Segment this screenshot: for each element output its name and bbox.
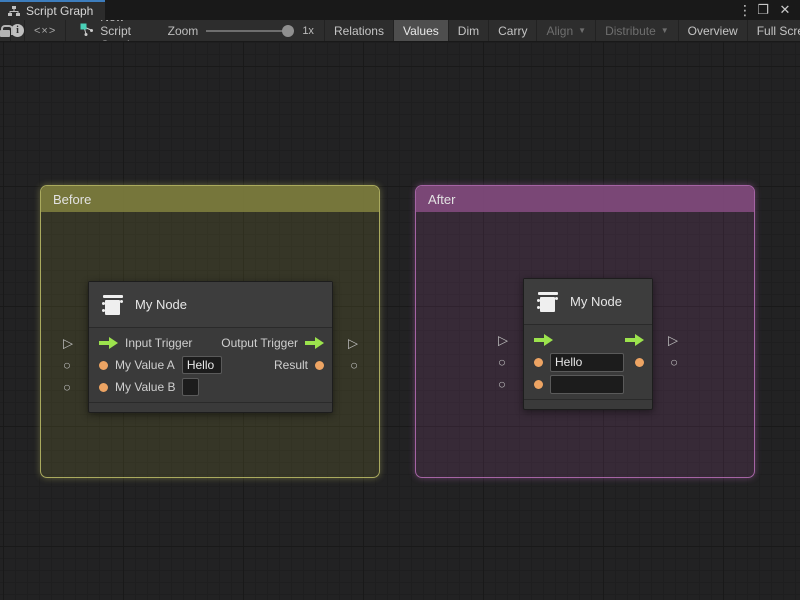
zoom-value: 1x: [302, 25, 314, 37]
input-trigger-outer-port[interactable]: ▷: [498, 334, 508, 347]
code-preview-button[interactable]: <×>: [25, 20, 66, 41]
hierarchy-icon: [8, 6, 20, 17]
input-trigger-label: Input Trigger: [125, 336, 192, 350]
result-port-icon[interactable]: [635, 358, 644, 367]
node-after-title: My Node: [570, 294, 622, 309]
graph-title-button[interactable]: New Script Graph: [66, 20, 143, 41]
value-a-outer-port[interactable]: ○: [498, 356, 506, 369]
value-b-input[interactable]: [550, 375, 624, 394]
graph-canvas[interactable]: Before After My Node ▷ Input Trigger Out…: [0, 42, 800, 600]
node-before[interactable]: My Node ▷ Input Trigger Output Trigger ▷…: [88, 281, 333, 413]
carry-label: Carry: [498, 24, 527, 38]
value-a-port-icon[interactable]: [534, 358, 543, 367]
graph-title: New Script Graph: [100, 20, 133, 42]
window-controls: ⋮ ❐ ✕: [738, 0, 800, 20]
tab-label: Script Graph: [26, 4, 93, 18]
port-row-trigger: ▷ Input Trigger Output Trigger ▷: [89, 332, 332, 354]
window-menu-icon[interactable]: ⋮: [738, 0, 750, 20]
lock-icon: [0, 25, 10, 37]
flow-output-port-icon[interactable]: [305, 337, 324, 349]
value-b-outer-port[interactable]: ○: [498, 378, 506, 391]
output-trigger-outer-port[interactable]: ▷: [668, 334, 678, 347]
flow-input-port-icon[interactable]: [99, 337, 118, 349]
port-row-value-a: ○ ○: [524, 351, 652, 373]
code-icon: <×>: [34, 25, 56, 37]
result-port-icon[interactable]: [315, 361, 324, 370]
unit-icon: [536, 290, 560, 314]
value-b-input[interactable]: [182, 378, 199, 396]
distribute-dropdown[interactable]: Distribute ▼: [595, 20, 678, 41]
node-before-header[interactable]: My Node: [89, 282, 332, 328]
overview-button[interactable]: Overview: [678, 20, 747, 41]
close-icon[interactable]: ✕: [776, 0, 794, 20]
port-row-value-b: ○ My Value B: [89, 376, 332, 398]
group-after-title: After: [428, 192, 455, 207]
value-a-label: My Value A: [115, 358, 175, 372]
zoom-label: Zoom: [168, 24, 199, 38]
tab-bar: Script Graph ⋮ ❐ ✕: [0, 0, 800, 20]
node-after-body: ▷ ▷ ○ ○ ○: [524, 325, 652, 399]
value-b-port-icon[interactable]: [99, 383, 108, 392]
dim-label: Dim: [458, 24, 479, 38]
node-after-footer: [524, 399, 652, 409]
maximize-icon[interactable]: ❐: [754, 0, 772, 20]
output-trigger-label: Output Trigger: [221, 336, 298, 350]
node-before-body: ▷ Input Trigger Output Trigger ▷ ○ My Va…: [89, 328, 332, 402]
input-trigger-outer-port[interactable]: ▷: [63, 337, 73, 350]
align-dropdown[interactable]: Align ▼: [536, 20, 595, 41]
node-after[interactable]: My Node ▷ ▷ ○: [523, 278, 653, 410]
value-a-input[interactable]: [182, 356, 222, 374]
port-row-value-a: ○ My Value A Result ○: [89, 354, 332, 376]
zoom-slider[interactable]: [206, 20, 294, 42]
value-b-port-icon[interactable]: [534, 380, 543, 389]
chevron-down-icon: ▼: [578, 26, 586, 35]
overview-label: Overview: [688, 24, 738, 38]
value-b-outer-port[interactable]: ○: [63, 381, 71, 394]
graph-toolbar: i <×> New Script Graph Zoom 1x Relations…: [0, 20, 800, 42]
fullscreen-button[interactable]: Full Screen: [747, 20, 800, 41]
zoom-control: Zoom 1x: [144, 20, 324, 41]
distribute-label: Distribute: [605, 24, 656, 38]
script-graph-icon: [80, 23, 94, 39]
port-row-trigger: ▷ ▷: [524, 329, 652, 351]
zoom-slider-track[interactable]: [206, 30, 286, 32]
node-before-title: My Node: [135, 297, 187, 312]
chevron-down-icon: ▼: [661, 26, 669, 35]
group-after-header[interactable]: After: [416, 186, 754, 212]
fullscreen-label: Full Screen: [757, 24, 800, 38]
node-after-header[interactable]: My Node: [524, 279, 652, 325]
zoom-slider-knob[interactable]: [282, 25, 294, 37]
result-outer-port[interactable]: ○: [350, 359, 358, 372]
dim-button[interactable]: Dim: [448, 20, 488, 41]
carry-button[interactable]: Carry: [488, 20, 536, 41]
values-label: Values: [403, 24, 439, 38]
value-a-port-icon[interactable]: [99, 361, 108, 370]
port-row-value-b: ○: [524, 373, 652, 395]
value-a-outer-port[interactable]: ○: [63, 359, 71, 372]
values-button[interactable]: Values: [393, 20, 448, 41]
unit-icon: [101, 293, 125, 317]
relations-label: Relations: [334, 24, 384, 38]
flow-input-port-icon[interactable]: [534, 334, 553, 346]
relations-button[interactable]: Relations: [324, 20, 393, 41]
node-before-footer: [89, 402, 332, 412]
value-b-label: My Value B: [115, 380, 175, 394]
lock-button[interactable]: [0, 20, 11, 41]
flow-output-port-icon[interactable]: [625, 334, 644, 346]
result-outer-port[interactable]: ○: [670, 356, 678, 369]
group-before-header[interactable]: Before: [41, 186, 379, 212]
result-label: Result: [274, 358, 308, 372]
view-buttons: Relations Values Dim Carry Align ▼ Distri…: [324, 20, 800, 41]
tab-script-graph[interactable]: Script Graph: [0, 0, 105, 20]
align-label: Align: [546, 24, 573, 38]
info-button[interactable]: i: [11, 20, 25, 41]
output-trigger-outer-port[interactable]: ▷: [348, 337, 358, 350]
value-a-input[interactable]: [550, 353, 624, 372]
group-before-title: Before: [53, 192, 91, 207]
